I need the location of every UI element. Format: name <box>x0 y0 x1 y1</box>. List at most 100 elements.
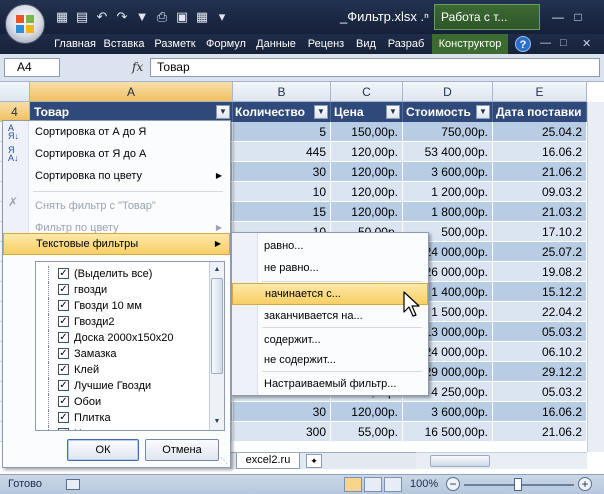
sort-z-to-a[interactable]: Я А↓ Сортировка от Я до А <box>3 143 230 165</box>
filter-custom[interactable]: Настраиваемый фильтр... <box>232 373 428 395</box>
table-cell[interactable]: 15.12.2 <box>493 282 587 302</box>
table-cell[interactable]: 22.04.2 <box>493 302 587 322</box>
table-cell[interactable]: 300 <box>233 422 331 442</box>
tab-review[interactable]: Реценз <box>302 34 350 54</box>
ribbon-restore-icon[interactable]: □ <box>560 37 567 49</box>
help-icon[interactable]: ? <box>515 36 531 52</box>
table-cell[interactable]: 09.03.2 <box>493 182 587 202</box>
scroll-thumb[interactable] <box>430 455 490 467</box>
checkbox[interactable]: ✓ <box>58 364 69 375</box>
macro-record-icon[interactable] <box>66 479 80 490</box>
checkbox[interactable]: ✓ <box>58 396 69 407</box>
table-cell[interactable]: 120,00р. <box>331 402 403 422</box>
filter-equals[interactable]: равно... <box>232 235 428 257</box>
column-header-b[interactable]: B <box>233 82 331 102</box>
sort-by-color[interactable]: Сортировка по цвету ▶ <box>3 165 230 187</box>
header-cell-product[interactable]: Товар ▼ <box>30 102 233 122</box>
insert-function-icon[interactable]: fx <box>132 60 143 74</box>
page-layout-view-icon[interactable] <box>364 477 382 492</box>
table-cell[interactable]: 05.03.2 <box>493 382 587 402</box>
ribbon-minimize-icon[interactable]: — <box>540 37 551 49</box>
table-cell[interactable]: 3 600,00р. <box>403 402 493 422</box>
table-cell[interactable]: 25.04.2 <box>493 122 587 142</box>
tab-view[interactable]: Вид <box>352 34 380 54</box>
filter-not-contains[interactable]: не содержит... <box>232 349 428 371</box>
tab-home[interactable]: Главная <box>52 34 98 54</box>
list-scroll-thumb[interactable] <box>211 278 223 374</box>
tab-page-layout[interactable]: Разметк <box>150 34 200 54</box>
tab-design[interactable]: Конструктор <box>432 34 508 54</box>
zoom-level[interactable]: 100% <box>410 478 438 490</box>
checkbox[interactable]: ✓ <box>58 412 69 423</box>
checkbox[interactable]: ✓ <box>58 348 69 359</box>
zoom-slider-thumb[interactable] <box>514 478 522 491</box>
column-header-c[interactable]: C <box>331 82 403 102</box>
checkbox[interactable]: ✓ <box>58 380 69 391</box>
select-all-corner[interactable] <box>0 82 30 102</box>
table-cell[interactable]: 3 600,00р. <box>403 162 493 182</box>
table-cell[interactable]: 150,00р. <box>331 122 403 142</box>
name-box[interactable]: A4 <box>4 58 60 77</box>
table-cell[interactable]: 21.03.2 <box>493 202 587 222</box>
tab-data[interactable]: Данные <box>252 34 300 54</box>
table-cell[interactable]: 445 <box>233 142 331 162</box>
table-cell[interactable]: 750,00р. <box>403 122 493 142</box>
table-cell[interactable]: 120,00р. <box>331 162 403 182</box>
sheet-tab[interactable]: excel2.ru <box>236 453 300 469</box>
vertical-scrollbar[interactable] <box>587 102 604 452</box>
formula-input[interactable]: Товар <box>150 58 600 77</box>
table-cell[interactable]: 06.10.2 <box>493 342 587 362</box>
header-cell-quantity[interactable]: Количество ▼ <box>233 102 331 122</box>
print-icon[interactable]: ⎙ <box>154 9 170 25</box>
checkbox[interactable]: ✓ <box>58 300 69 311</box>
table-cell[interactable]: 17.10.2 <box>493 222 587 242</box>
filter-dropdown-icon[interactable]: ▼ <box>216 105 230 119</box>
save-icon[interactable]: ▦ <box>54 9 70 25</box>
table-icon[interactable]: ▦ <box>194 9 210 25</box>
table-cell[interactable]: 19.08.2 <box>493 262 587 282</box>
table-cell[interactable]: 16 500,00р. <box>403 422 493 442</box>
table-cell[interactable]: 5 <box>233 122 331 142</box>
column-header-d[interactable]: D <box>403 82 493 102</box>
tab-insert[interactable]: Вставка <box>100 34 148 54</box>
scroll-up-icon[interactable]: ▲ <box>211 264 223 276</box>
ribbon-close-icon[interactable]: ✕ <box>582 37 591 50</box>
table-cell[interactable]: 30 <box>233 402 331 422</box>
preview-icon[interactable]: ▣ <box>174 9 190 25</box>
table-cell[interactable]: 10 <box>233 182 331 202</box>
qat-more-icon[interactable]: ▾ <box>214 9 230 25</box>
office-button[interactable] <box>5 4 45 44</box>
table-cell[interactable]: 15 <box>233 202 331 222</box>
column-header-a[interactable]: A <box>30 82 233 102</box>
row-header[interactable]: 4 <box>0 102 30 122</box>
cancel-button[interactable]: Отмена <box>145 439 219 461</box>
redo-icon[interactable]: ↷ <box>114 9 130 25</box>
filter-dropdown-icon[interactable]: ▼ <box>476 105 490 119</box>
table-cell[interactable]: 1 200,00р. <box>403 182 493 202</box>
sort-a-to-z[interactable]: А Я↓ Сортировка от А до Я <box>3 121 230 143</box>
zoom-out-icon[interactable]: − <box>446 477 460 491</box>
undo-icon[interactable]: ↶ <box>94 9 110 25</box>
filter-begins-with[interactable]: начинается с... <box>232 283 428 305</box>
table-cell[interactable]: 53 400,00р. <box>403 142 493 162</box>
table-cell[interactable]: 120,00р. <box>331 202 403 222</box>
tab-developer[interactable]: Разраб <box>382 34 430 54</box>
table-cell[interactable]: 16.06.2 <box>493 142 587 162</box>
table-cell[interactable]: 120,00р. <box>331 182 403 202</box>
filter-value-list[interactable]: ✓ (Выделить все) ✓ гвозди ✓ Гвозди 10 мм ✓ Гвоз… <box>35 261 225 431</box>
table-cell[interactable]: 120,00р. <box>331 142 403 162</box>
header-cell-price[interactable]: Цена ▼ <box>331 102 403 122</box>
list-scrollbar[interactable]: ▲ ▼ <box>209 262 224 430</box>
resize-grip-icon[interactable]: ⋱ <box>220 456 228 465</box>
horizontal-scrollbar[interactable] <box>416 452 587 469</box>
filter-icon[interactable]: ▼ <box>134 9 150 25</box>
filter-contains[interactable]: содержит... <box>232 329 428 351</box>
table-cell[interactable]: 55,00р. <box>331 422 403 442</box>
table-cell[interactable]: 05.03.2 <box>493 322 587 342</box>
filter-not-equals[interactable]: не равно... <box>232 257 428 279</box>
zoom-in-icon[interactable]: + <box>578 477 592 491</box>
header-cell-cost[interactable]: Стоимость ▼ <box>403 102 493 122</box>
filter-dropdown-icon[interactable]: ▼ <box>386 105 400 119</box>
ok-button[interactable]: ОК <box>67 439 139 461</box>
maximize-icon[interactable]: □ <box>568 10 588 24</box>
